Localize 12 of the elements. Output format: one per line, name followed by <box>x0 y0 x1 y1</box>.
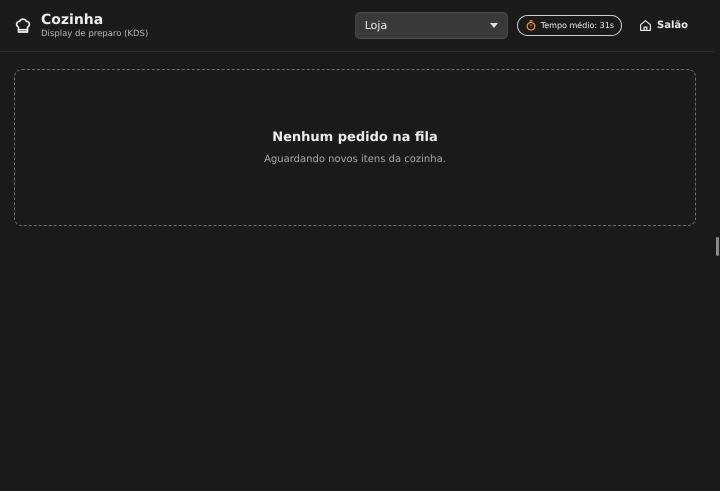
scrollbar-thumb[interactable] <box>716 237 719 256</box>
average-time-badge: Tempo médio: 31s <box>516 15 622 36</box>
caret-icon <box>490 23 498 28</box>
empty-title: Nenhum pedido na fila <box>272 130 438 145</box>
store-dropdown[interactable]: Loja <box>354 12 508 39</box>
house-icon <box>639 19 652 32</box>
page-subtitle: Display de preparo (KDS) <box>41 28 148 40</box>
page-title: Cozinha <box>41 12 104 28</box>
salon-link[interactable]: Salão <box>631 19 688 32</box>
stopwatch-icon <box>526 20 536 31</box>
empty-message: Aguardando novos itens da cozinha. <box>264 154 446 165</box>
chef-hat-icon <box>14 16 32 34</box>
